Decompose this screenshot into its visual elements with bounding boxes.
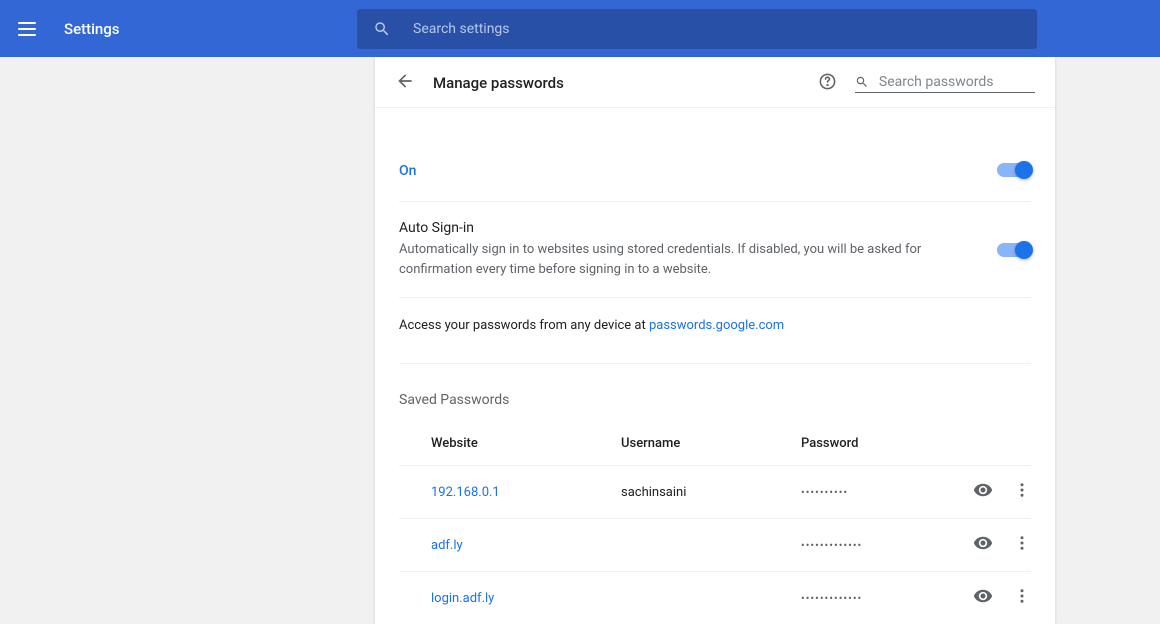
help-icon[interactable] [818, 72, 837, 95]
hamburger-menu-icon[interactable] [18, 17, 42, 41]
saved-passwords-section: Saved Passwords Website Username Passwor… [399, 364, 1031, 624]
password-cell: •••••••••• [801, 486, 941, 499]
more-actions-icon[interactable] [1013, 587, 1031, 609]
table-header: Website Username Password [399, 428, 1031, 465]
col-username-header: Username [621, 436, 801, 451]
auto-signin-toggle[interactable] [997, 243, 1031, 257]
settings-section: On Auto Sign-in Automatically sign in to… [375, 138, 1055, 624]
more-actions-icon[interactable] [1013, 534, 1031, 556]
search-icon [855, 74, 869, 90]
auto-signin-title: Auto Sign-in [399, 220, 977, 236]
password-search-input[interactable] [879, 74, 1035, 90]
auto-signin-description: Automatically sign in to websites using … [399, 240, 939, 279]
search-settings-box[interactable] [357, 9, 1037, 49]
back-arrow-icon[interactable] [395, 71, 415, 95]
offer-save-toggle[interactable] [997, 163, 1031, 177]
page-title: Manage passwords [433, 74, 818, 92]
access-passwords-row: Access your passwords from any device at… [399, 298, 1031, 364]
col-website-header: Website [431, 436, 621, 451]
more-actions-icon[interactable] [1013, 481, 1031, 503]
col-password-header: Password [801, 436, 941, 451]
app-title: Settings [64, 20, 120, 38]
on-label: On [399, 163, 416, 179]
website-link[interactable]: login.adf.ly [431, 591, 621, 606]
table-row: 192.168.0.1 sachinsaini •••••••••• [399, 465, 1031, 518]
saved-passwords-title: Saved Passwords [399, 392, 1031, 408]
on-toggle-row: On [399, 138, 1031, 202]
table-row: login.adf.ly ••••••••••••• [399, 571, 1031, 624]
password-cell: ••••••••••••• [801, 539, 941, 552]
search-icon [373, 20, 391, 38]
card-header: Manage passwords [375, 57, 1055, 108]
show-password-icon[interactable] [973, 586, 993, 610]
table-row: adf.ly ••••••••••••• [399, 518, 1031, 571]
top-bar: Settings [0, 0, 1160, 57]
password-cell: ••••••••••••• [801, 592, 941, 605]
main-content-card: Manage passwords On Auto Sign-in Automat… [375, 57, 1055, 624]
website-link[interactable]: 192.168.0.1 [431, 485, 621, 500]
auto-signin-row: Auto Sign-in Automatically sign in to we… [399, 202, 1031, 298]
passwords-google-link[interactable]: passwords.google.com [649, 318, 784, 333]
show-password-icon[interactable] [973, 480, 993, 504]
search-settings-input[interactable] [413, 21, 1021, 37]
website-link[interactable]: adf.ly [431, 538, 621, 553]
show-password-icon[interactable] [973, 533, 993, 557]
password-search-box[interactable] [855, 74, 1035, 93]
username-cell: sachinsaini [621, 485, 801, 500]
access-text: Access your passwords from any device at [399, 318, 649, 333]
